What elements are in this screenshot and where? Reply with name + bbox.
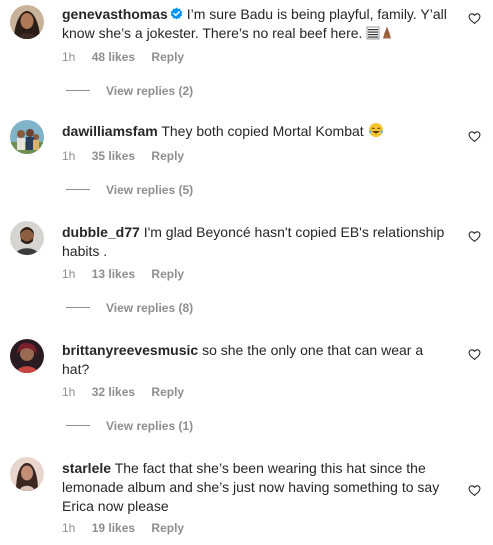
view-replies-button[interactable]: View replies (8)	[66, 301, 193, 316]
comment-time: 1h	[62, 267, 76, 281]
reply-button[interactable]: Reply	[151, 50, 184, 64]
view-replies-button[interactable]: View replies (2)	[66, 84, 193, 99]
view-replies-label: View replies (8)	[106, 301, 194, 315]
comment-likes[interactable]: 32 likes	[92, 385, 135, 399]
comment-likes[interactable]: 19 likes	[92, 521, 135, 535]
comment-time: 1h	[62, 149, 76, 163]
replies-divider	[66, 307, 90, 308]
comment-likes[interactable]: 48 likes	[92, 50, 135, 64]
comment-username[interactable]: dawilliamsfam	[62, 123, 158, 139]
comment-time: 1h	[62, 521, 76, 535]
comment-time: 1h	[62, 50, 76, 64]
comment-username[interactable]: dubble_d77	[62, 224, 140, 240]
comment-text-block: genevasthomas I’m sure Badu is being pla…	[62, 5, 447, 45]
verified-badge-icon	[170, 7, 183, 20]
comment-meta: 1h 35 likes Reply	[62, 149, 197, 164]
comment-text-block: brittanyreevesmusic so she the only one …	[62, 341, 447, 379]
comment-body: The fact that she’s been wearing this ha…	[62, 460, 440, 514]
comment-meta: 1h 19 likes Reply	[62, 521, 197, 536]
comment-text-block: starlele The fact that she’s been wearin…	[62, 459, 447, 516]
heart-outline-icon[interactable]	[468, 348, 481, 361]
comment-time: 1h	[62, 385, 76, 399]
comment-likes[interactable]: 35 likes	[92, 149, 135, 163]
comment-text-block: dubble_d77 I'm glad Beyoncé hasn't copie…	[62, 223, 447, 261]
comment-meta: 1h 13 likes Reply	[62, 267, 197, 282]
view-replies-button[interactable]: View replies (1)	[66, 419, 193, 434]
avatar[interactable]	[10, 221, 44, 255]
reply-button[interactable]: Reply	[151, 149, 184, 163]
abacus-emoji	[366, 26, 380, 45]
view-replies-button[interactable]: View replies (5)	[66, 183, 193, 198]
view-replies-label: View replies (1)	[106, 419, 194, 433]
avatar[interactable]	[10, 5, 44, 39]
heart-outline-icon[interactable]	[468, 230, 481, 243]
tears-of-joy-emoji	[368, 122, 384, 143]
comment-meta: 1h 32 likes Reply	[62, 385, 197, 400]
praying-hands-emoji	[380, 26, 394, 45]
replies-divider	[66, 425, 90, 426]
avatar[interactable]	[10, 457, 44, 491]
comment-username[interactable]: genevasthomas	[62, 6, 168, 22]
avatar[interactable]	[10, 120, 44, 154]
reply-button[interactable]: Reply	[151, 385, 184, 399]
avatar[interactable]	[10, 339, 44, 373]
view-replies-label: View replies (5)	[106, 183, 194, 197]
replies-divider	[66, 90, 90, 91]
heart-outline-icon[interactable]	[468, 130, 481, 143]
comment-text-block: dawilliamsfam They both copied Mortal Ko…	[62, 122, 447, 143]
reply-button[interactable]: Reply	[151, 267, 184, 281]
comment-username[interactable]: brittanyreevesmusic	[62, 342, 198, 358]
comment-likes[interactable]: 13 likes	[92, 267, 135, 281]
heart-outline-icon[interactable]	[468, 484, 481, 497]
comment-username[interactable]: starlele	[62, 460, 111, 476]
comment-meta: 1h 48 likes Reply	[62, 50, 197, 65]
comment-body: They both copied Mortal Kombat	[161, 123, 364, 139]
replies-divider	[66, 189, 90, 190]
reply-button[interactable]: Reply	[151, 521, 184, 535]
view-replies-label: View replies (2)	[106, 84, 194, 98]
heart-outline-icon[interactable]	[468, 12, 481, 25]
